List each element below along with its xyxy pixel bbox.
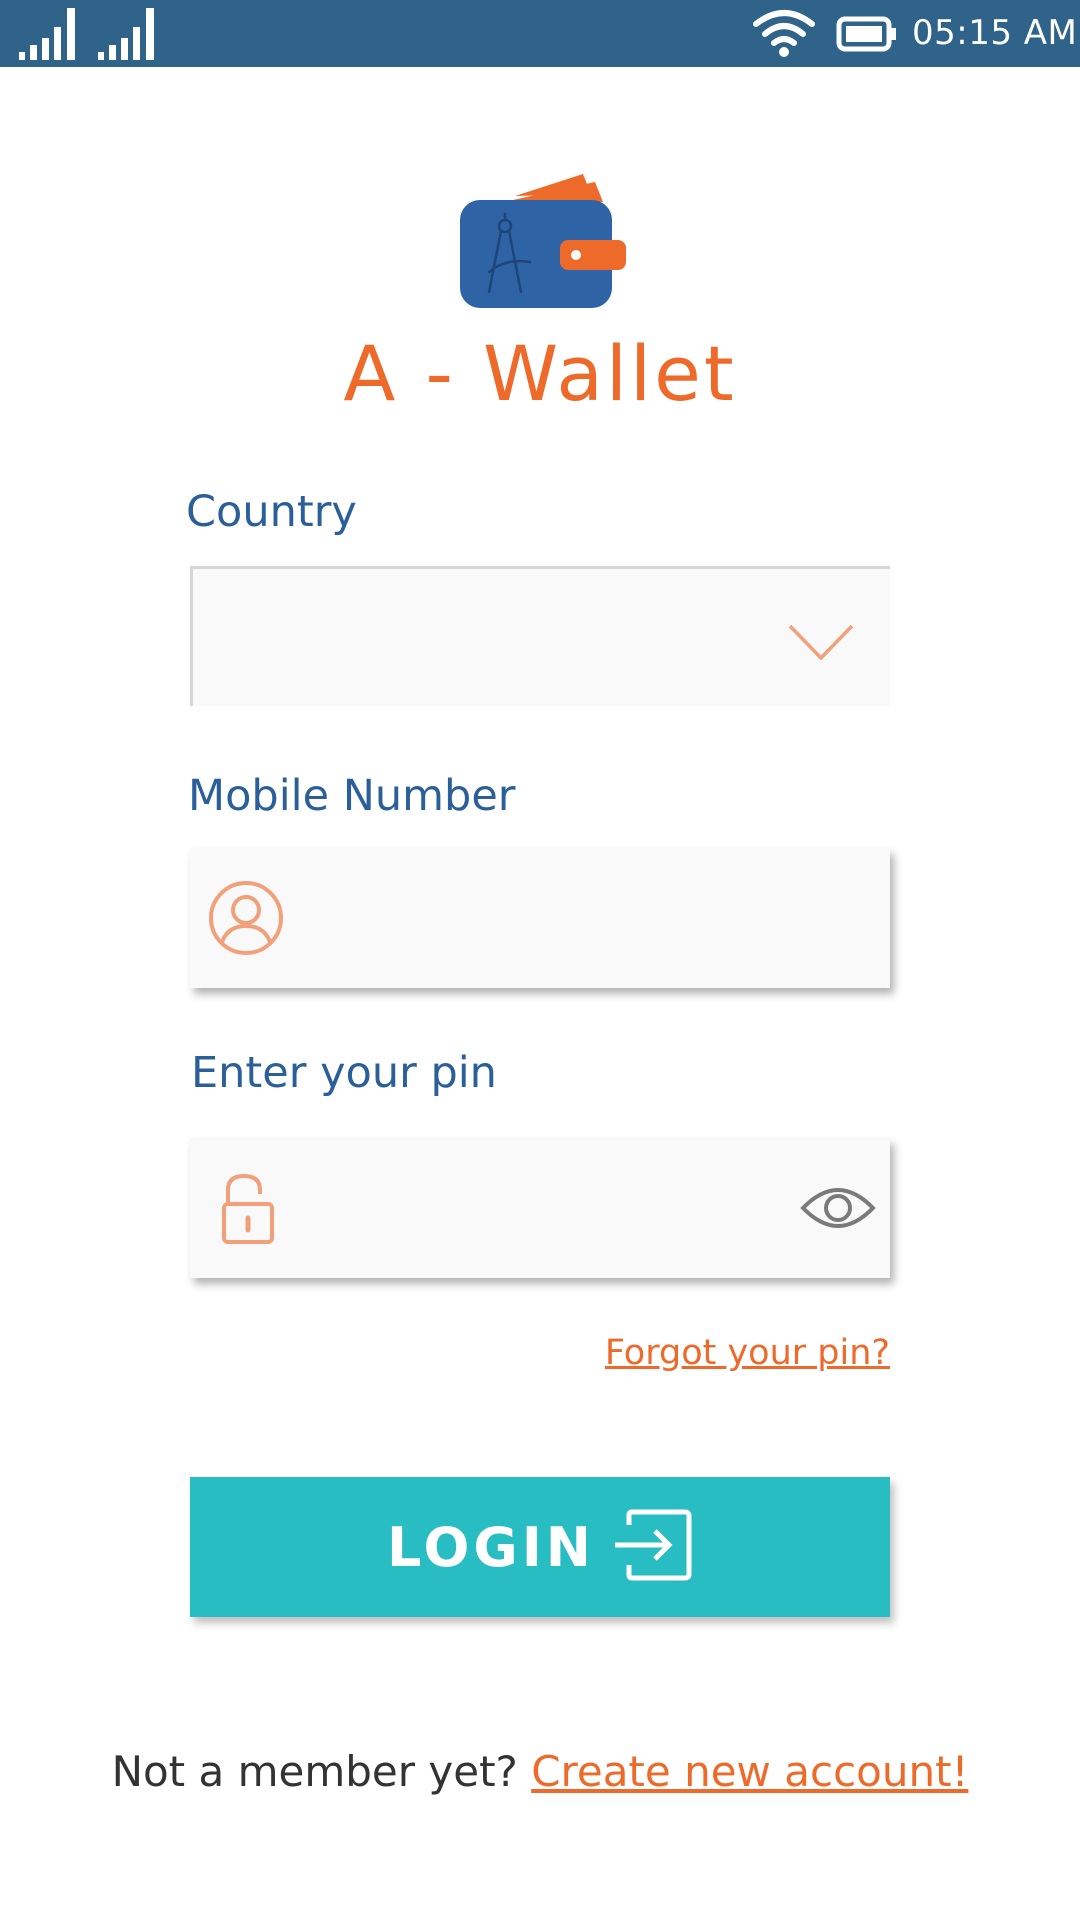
battery-icon [836,16,898,56]
mobile-number-label: Mobile Number [188,771,516,821]
status-time: 05:15 AM [912,13,1078,53]
show-pin-eye-icon[interactable] [800,1182,876,1238]
pin-label: Enter your pin [191,1048,497,1098]
mobile-number-input[interactable] [300,848,780,988]
signal-strength-icon [98,8,160,64]
mobile-number-field[interactable] [190,848,890,988]
country-value [303,569,783,709]
chevron-down-icon[interactable] [788,624,854,666]
wifi-icon [752,8,816,62]
sign-in-icon [611,1509,693,1585]
signal-strength-icon [19,8,81,64]
status-bar: 05:15 AM [0,0,1080,67]
login-screen: 05:15 AM A - Wallet Country Mobile Numbe… [0,0,1080,1920]
signup-prompt-text: Not a member yet? [111,1747,518,1796]
forgot-pin-link[interactable]: Forgot your pin? [605,1328,890,1378]
country-select[interactable] [190,566,890,706]
wallet-logo-icon [455,172,630,312]
login-button[interactable]: LOGIN [190,1477,890,1617]
create-account-link[interactable]: Create new account! [531,1747,968,1796]
unlocked-padlock-icon [220,1173,276,1250]
signup-prompt: Not a member yet? Create new account! [0,1744,1080,1800]
pin-field[interactable] [190,1138,890,1278]
user-icon [208,880,284,960]
country-label: Country [186,487,357,537]
login-button-label: LOGIN [387,1515,595,1579]
app-title: A - Wallet [343,329,737,418]
pin-input[interactable] [300,1138,780,1278]
